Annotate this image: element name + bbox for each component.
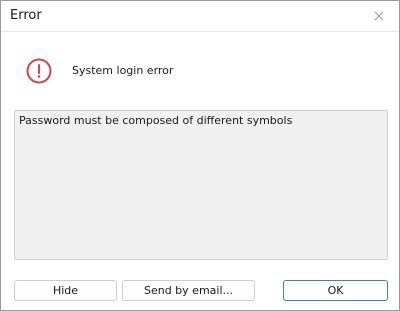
error-details-box[interactable]: Password must be composed of different s… [14, 110, 388, 260]
send-by-email-button[interactable]: Send by email... [122, 280, 255, 301]
hide-button-label: Hide [52, 284, 79, 297]
error-details-text: Password must be composed of different s… [19, 114, 293, 127]
send-by-email-button-label: Send by email... [143, 284, 233, 297]
close-button[interactable] [367, 6, 391, 26]
title-separator [1, 31, 399, 32]
ok-button-label: OK [327, 284, 344, 297]
error-icon [26, 58, 52, 84]
title-bar: Error [1, 1, 399, 31]
dialog-title: Error [10, 8, 42, 23]
hide-button[interactable]: Hide [14, 280, 117, 301]
close-icon [374, 11, 384, 21]
ok-button[interactable]: OK [283, 280, 388, 301]
error-dialog: Error System login error Password must b… [0, 0, 400, 311]
error-message: System login error [72, 64, 174, 77]
